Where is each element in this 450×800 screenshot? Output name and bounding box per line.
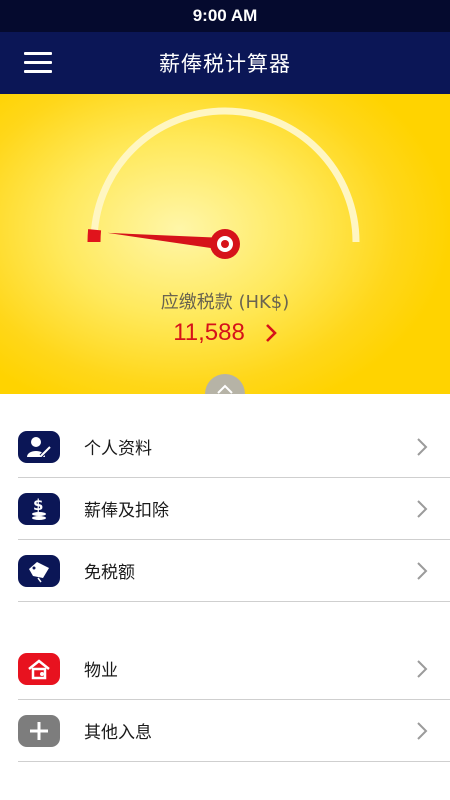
menu-item-label: 物业 <box>84 661 118 681</box>
chevron-right-icon <box>265 324 277 342</box>
menu-item-label: 个人资料 <box>84 439 152 459</box>
menu-item-property[interactable]: 物业 <box>18 638 450 700</box>
menu-item-label: 薪俸及扣除 <box>84 501 169 521</box>
status-bar: 9:00 AM <box>0 0 450 32</box>
page-title: 薪俸税计算器 <box>159 52 291 76</box>
tax-summary-panel: 应缴税款 (HK$) 11,588 <box>0 94 450 394</box>
menu-item-allowances[interactable]: 免税额 <box>18 540 450 602</box>
hamburger-menu-icon[interactable] <box>24 52 52 74</box>
gauge-arc <box>90 107 360 243</box>
menu-item-salary-deductions[interactable]: $ 薪俸及扣除 <box>18 478 450 540</box>
tax-tag-icon <box>18 554 60 587</box>
menu-item-label: 免税额 <box>84 563 135 583</box>
navigation-bar: 薪俸税计算器 <box>0 32 450 94</box>
tax-payable-link[interactable]: 11,588 <box>0 316 450 350</box>
menu-item-label: 其他入息 <box>84 723 152 743</box>
chevron-right-icon <box>417 561 428 580</box>
tax-payable-value: 11,588 <box>173 319 245 346</box>
chevron-right-icon <box>417 499 428 518</box>
chevron-right-icon <box>417 659 428 678</box>
gauge-fill <box>87 229 102 243</box>
plus-icon <box>18 714 60 747</box>
chevron-up-icon <box>217 384 233 394</box>
dollar-coins-icon: $ <box>18 492 60 525</box>
menu-item-personal-info[interactable]: 个人资料 <box>18 416 450 478</box>
menu-item-other-income[interactable]: 其他入息 <box>18 700 450 762</box>
gauge-needle <box>107 232 226 250</box>
status-time: 9:00 AM <box>192 6 258 25</box>
chevron-right-icon <box>417 437 428 456</box>
gauge-hub-center <box>221 240 229 248</box>
chevron-right-icon <box>417 721 428 740</box>
house-icon <box>18 652 60 685</box>
tax-payable-label: 应缴税款 (HK$) <box>160 292 290 313</box>
svg-text:$: $ <box>33 496 43 514</box>
person-edit-icon <box>18 430 60 463</box>
